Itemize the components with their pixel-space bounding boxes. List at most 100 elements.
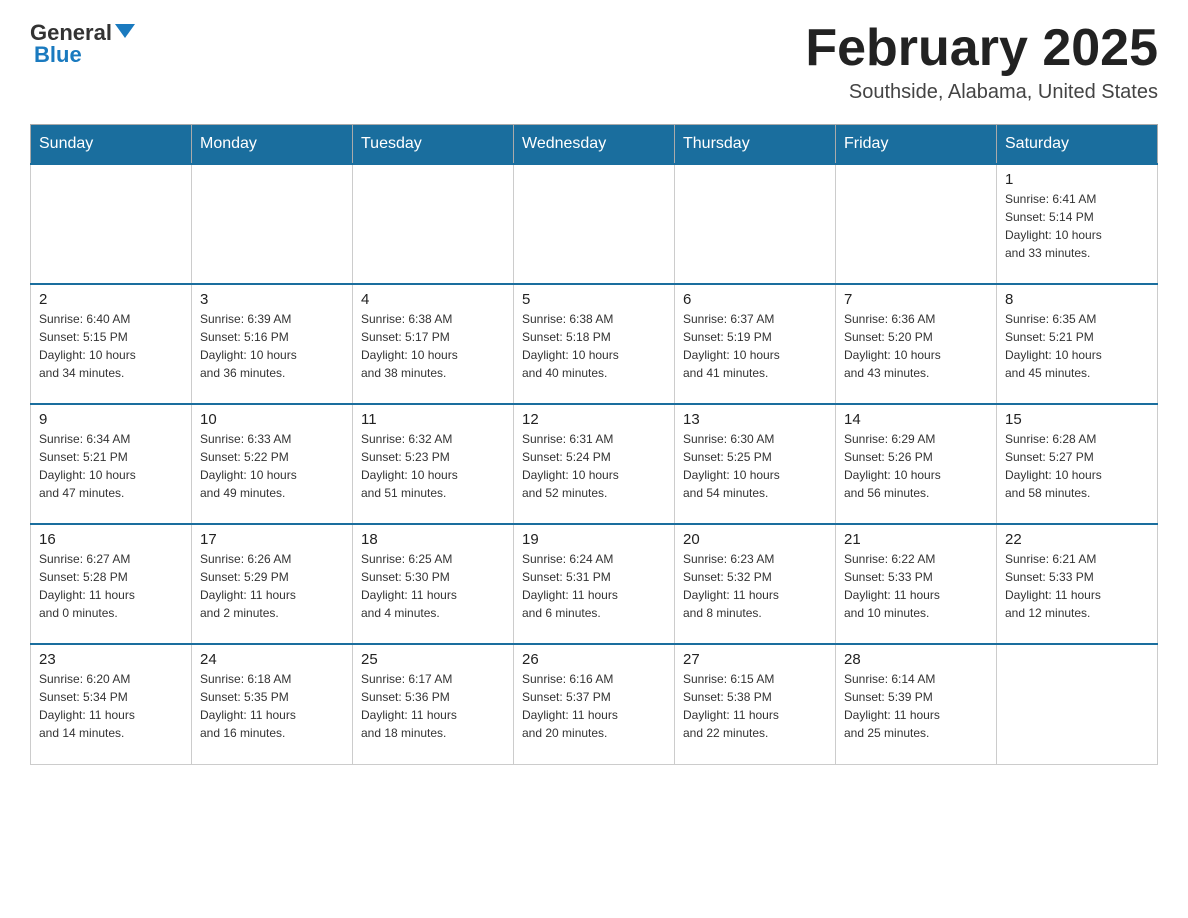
calendar-day-cell: 2 Sunrise: 6:40 AMSunset: 5:15 PMDaylight… bbox=[31, 284, 192, 404]
day-number: 10 bbox=[200, 411, 344, 428]
day-number: 28 bbox=[844, 651, 988, 668]
location: Southside, Alabama, United States bbox=[805, 81, 1158, 104]
day-info: Sunrise: 6:38 AMSunset: 5:18 PMDaylight:… bbox=[522, 310, 666, 382]
calendar-day-header: Wednesday bbox=[514, 125, 675, 165]
calendar-day-header: Monday bbox=[192, 125, 353, 165]
calendar-day-cell: 22 Sunrise: 6:21 AMSunset: 5:33 PMDayligh… bbox=[997, 524, 1158, 644]
page-header: General Blue February 2025 Southside, Al… bbox=[30, 20, 1158, 104]
calendar-day-cell bbox=[353, 164, 514, 284]
day-info: Sunrise: 6:15 AMSunset: 5:38 PMDaylight:… bbox=[683, 670, 827, 742]
day-number: 3 bbox=[200, 291, 344, 308]
day-info: Sunrise: 6:31 AMSunset: 5:24 PMDaylight:… bbox=[522, 430, 666, 502]
day-number: 23 bbox=[39, 651, 183, 668]
day-info: Sunrise: 6:40 AMSunset: 5:15 PMDaylight:… bbox=[39, 310, 183, 382]
calendar-day-cell: 28 Sunrise: 6:14 AMSunset: 5:39 PMDayligh… bbox=[836, 644, 997, 764]
day-number: 9 bbox=[39, 411, 183, 428]
day-info: Sunrise: 6:24 AMSunset: 5:31 PMDaylight:… bbox=[522, 550, 666, 622]
calendar-day-header: Tuesday bbox=[353, 125, 514, 165]
day-info: Sunrise: 6:41 AMSunset: 5:14 PMDaylight:… bbox=[1005, 190, 1149, 262]
day-info: Sunrise: 6:21 AMSunset: 5:33 PMDaylight:… bbox=[1005, 550, 1149, 622]
calendar-week-row: 23 Sunrise: 6:20 AMSunset: 5:34 PMDayligh… bbox=[31, 644, 1158, 764]
day-number: 19 bbox=[522, 531, 666, 548]
day-number: 22 bbox=[1005, 531, 1149, 548]
day-number: 25 bbox=[361, 651, 505, 668]
calendar-header-row: SundayMondayTuesdayWednesdayThursdayFrid… bbox=[31, 125, 1158, 165]
day-number: 2 bbox=[39, 291, 183, 308]
calendar-week-row: 16Sunrise: 6:27 AMSunset: 5:28 PMDayligh… bbox=[31, 524, 1158, 644]
day-info: Sunrise: 6:37 AMSunset: 5:19 PMDaylight:… bbox=[683, 310, 827, 382]
calendar-day-cell: 10Sunrise: 6:33 AMSunset: 5:22 PMDayligh… bbox=[192, 404, 353, 524]
day-info: Sunrise: 6:22 AMSunset: 5:33 PMDaylight:… bbox=[844, 550, 988, 622]
day-number: 14 bbox=[844, 411, 988, 428]
calendar-day-cell: 25 Sunrise: 6:17 AMSunset: 5:36 PMDayligh… bbox=[353, 644, 514, 764]
day-info: Sunrise: 6:36 AMSunset: 5:20 PMDaylight:… bbox=[844, 310, 988, 382]
month-title: February 2025 bbox=[805, 20, 1158, 77]
calendar-day-cell: 24 Sunrise: 6:18 AMSunset: 5:35 PMDayligh… bbox=[192, 644, 353, 764]
day-number: 26 bbox=[522, 651, 666, 668]
day-number: 20 bbox=[683, 531, 827, 548]
day-info: Sunrise: 6:16 AMSunset: 5:37 PMDaylight:… bbox=[522, 670, 666, 742]
day-info: Sunrise: 6:28 AMSunset: 5:27 PMDaylight:… bbox=[1005, 430, 1149, 502]
day-info: Sunrise: 6:17 AMSunset: 5:36 PMDaylight:… bbox=[361, 670, 505, 742]
day-number: 12 bbox=[522, 411, 666, 428]
calendar-day-cell: 4 Sunrise: 6:38 AMSunset: 5:17 PMDaylight… bbox=[353, 284, 514, 404]
calendar-day-cell bbox=[836, 164, 997, 284]
calendar-day-cell: 5 Sunrise: 6:38 AMSunset: 5:18 PMDaylight… bbox=[514, 284, 675, 404]
title-section: February 2025 Southside, Alabama, United… bbox=[805, 20, 1158, 104]
calendar-day-cell: 7 Sunrise: 6:36 AMSunset: 5:20 PMDaylight… bbox=[836, 284, 997, 404]
logo-arrow-icon bbox=[115, 24, 135, 38]
day-info: Sunrise: 6:29 AMSunset: 5:26 PMDaylight:… bbox=[844, 430, 988, 502]
calendar-day-cell bbox=[31, 164, 192, 284]
day-number: 8 bbox=[1005, 291, 1149, 308]
day-number: 13 bbox=[683, 411, 827, 428]
day-number: 5 bbox=[522, 291, 666, 308]
logo: General Blue bbox=[30, 20, 135, 68]
calendar-week-row: 2 Sunrise: 6:40 AMSunset: 5:15 PMDaylight… bbox=[31, 284, 1158, 404]
calendar-day-cell: 16Sunrise: 6:27 AMSunset: 5:28 PMDayligh… bbox=[31, 524, 192, 644]
day-info: Sunrise: 6:39 AMSunset: 5:16 PMDaylight:… bbox=[200, 310, 344, 382]
calendar-week-row: 1 Sunrise: 6:41 AMSunset: 5:14 PMDaylight… bbox=[31, 164, 1158, 284]
calendar-day-header: Thursday bbox=[675, 125, 836, 165]
calendar-day-cell: 18 Sunrise: 6:25 AMSunset: 5:30 PMDayligh… bbox=[353, 524, 514, 644]
calendar-day-cell: 15 Sunrise: 6:28 AMSunset: 5:27 PMDayligh… bbox=[997, 404, 1158, 524]
calendar-table: SundayMondayTuesdayWednesdayThursdayFrid… bbox=[30, 124, 1158, 765]
day-number: 1 bbox=[1005, 171, 1149, 188]
calendar-day-header: Saturday bbox=[997, 125, 1158, 165]
day-info: Sunrise: 6:38 AMSunset: 5:17 PMDaylight:… bbox=[361, 310, 505, 382]
day-number: 16 bbox=[39, 531, 183, 548]
calendar-day-cell: 19 Sunrise: 6:24 AMSunset: 5:31 PMDayligh… bbox=[514, 524, 675, 644]
calendar-day-cell: 20 Sunrise: 6:23 AMSunset: 5:32 PMDayligh… bbox=[675, 524, 836, 644]
day-info: Sunrise: 6:34 AMSunset: 5:21 PMDaylight:… bbox=[39, 430, 183, 502]
day-number: 21 bbox=[844, 531, 988, 548]
calendar-day-cell: 27 Sunrise: 6:15 AMSunset: 5:38 PMDayligh… bbox=[675, 644, 836, 764]
logo-blue: Blue bbox=[34, 42, 82, 68]
day-number: 4 bbox=[361, 291, 505, 308]
day-number: 24 bbox=[200, 651, 344, 668]
calendar-day-cell: 17Sunrise: 6:26 AMSunset: 5:29 PMDayligh… bbox=[192, 524, 353, 644]
calendar-day-cell: 9 Sunrise: 6:34 AMSunset: 5:21 PMDaylight… bbox=[31, 404, 192, 524]
day-info: Sunrise: 6:18 AMSunset: 5:35 PMDaylight:… bbox=[200, 670, 344, 742]
day-info: Sunrise: 6:26 AMSunset: 5:29 PMDaylight:… bbox=[200, 550, 344, 622]
calendar-day-cell bbox=[192, 164, 353, 284]
day-number: 7 bbox=[844, 291, 988, 308]
calendar-day-cell: 26 Sunrise: 6:16 AMSunset: 5:37 PMDayligh… bbox=[514, 644, 675, 764]
day-info: Sunrise: 6:14 AMSunset: 5:39 PMDaylight:… bbox=[844, 670, 988, 742]
day-info: Sunrise: 6:25 AMSunset: 5:30 PMDaylight:… bbox=[361, 550, 505, 622]
day-number: 6 bbox=[683, 291, 827, 308]
day-number: 27 bbox=[683, 651, 827, 668]
calendar-day-cell: 1 Sunrise: 6:41 AMSunset: 5:14 PMDaylight… bbox=[997, 164, 1158, 284]
day-number: 18 bbox=[361, 531, 505, 548]
day-info: Sunrise: 6:32 AMSunset: 5:23 PMDaylight:… bbox=[361, 430, 505, 502]
calendar-day-cell: 6 Sunrise: 6:37 AMSunset: 5:19 PMDaylight… bbox=[675, 284, 836, 404]
day-number: 15 bbox=[1005, 411, 1149, 428]
day-info: Sunrise: 6:30 AMSunset: 5:25 PMDaylight:… bbox=[683, 430, 827, 502]
day-info: Sunrise: 6:35 AMSunset: 5:21 PMDaylight:… bbox=[1005, 310, 1149, 382]
calendar-day-cell: 13 Sunrise: 6:30 AMSunset: 5:25 PMDayligh… bbox=[675, 404, 836, 524]
calendar-day-cell: 14 Sunrise: 6:29 AMSunset: 5:26 PMDayligh… bbox=[836, 404, 997, 524]
day-info: Sunrise: 6:20 AMSunset: 5:34 PMDaylight:… bbox=[39, 670, 183, 742]
day-number: 11 bbox=[361, 411, 505, 428]
day-info: Sunrise: 6:23 AMSunset: 5:32 PMDaylight:… bbox=[683, 550, 827, 622]
calendar-day-cell bbox=[997, 644, 1158, 764]
calendar-day-cell: 8 Sunrise: 6:35 AMSunset: 5:21 PMDaylight… bbox=[997, 284, 1158, 404]
calendar-day-cell: 3 Sunrise: 6:39 AMSunset: 5:16 PMDaylight… bbox=[192, 284, 353, 404]
